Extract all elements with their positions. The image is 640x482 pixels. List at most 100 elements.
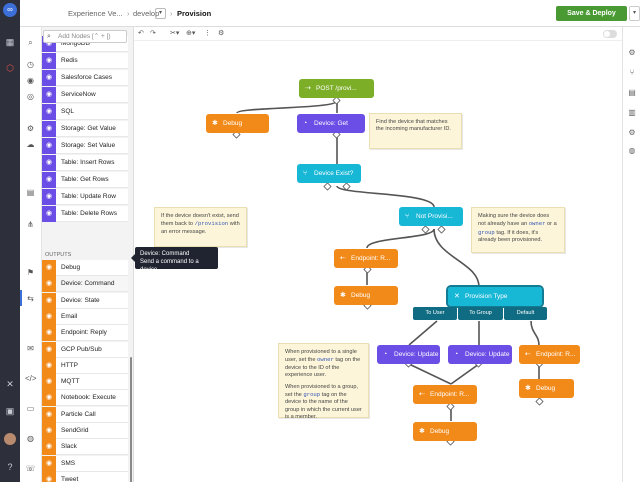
case-to-group[interactable]: To Group <box>458 307 503 320</box>
palette-node-item[interactable]: ◉ Email <box>42 308 128 325</box>
version-dropdown-icon[interactable]: ▾ <box>155 8 166 19</box>
outputs-category-icon[interactable]: ⇆ <box>25 293 36 304</box>
tree-category-icon[interactable]: ⋔ <box>25 219 36 230</box>
integrations-icon[interactable]: ✕ <box>4 378 16 390</box>
palette-node-item[interactable]: ◉ SendGrid <box>42 423 128 439</box>
palette-node-label: GCP Pub/Sub <box>61 345 102 353</box>
conditional-icon: ⑂ <box>405 213 410 220</box>
sms-category-icon[interactable]: ☏ <box>25 463 36 474</box>
cube-icon[interactable]: ⬡ <box>4 62 16 74</box>
dashboard-icon[interactable]: ▦ <box>4 36 16 48</box>
globe-icon[interactable]: ◍ <box>626 145 638 157</box>
palette-node-item[interactable]: ◉ ServiceNow <box>42 87 128 103</box>
palette-node-label: SendGrid <box>61 427 89 434</box>
case-to-user[interactable]: To User <box>413 307 457 320</box>
table-category-icon[interactable]: ▤ <box>25 187 36 198</box>
node-debug[interactable]: ✱ Debug <box>413 422 477 441</box>
node-label: Endpoint: R... <box>351 255 391 262</box>
help-icon[interactable]: ? <box>4 461 16 473</box>
gear-category-icon[interactable]: ⚙ <box>25 123 36 134</box>
palette-node-item[interactable]: ◉ SMS <box>42 455 128 472</box>
storage-icon[interactable]: ▤ <box>626 87 638 99</box>
node-label: Provision Type <box>465 293 508 300</box>
deploy-options-icon[interactable]: ▾ <box>629 6 640 21</box>
palette-node-item[interactable]: ◉ Salesforce Cases <box>42 70 128 86</box>
palette-node-item[interactable]: ◉ Storage: Set Value <box>42 138 128 154</box>
palette-node-item[interactable]: ◉ HTTP <box>42 357 128 374</box>
palette-node-item[interactable]: ◉ Redis <box>42 53 128 69</box>
node-post-endpoint[interactable]: ⇢ POST /provi... <box>299 79 374 98</box>
comment-note[interactable]: When provisioned to a single user, set t… <box>278 343 369 420</box>
node-endpoint-reply[interactable]: ⇠ Endpoint: R... <box>413 385 477 404</box>
palette-node-item[interactable]: ◉ Particle Call <box>42 406 128 423</box>
trigger-category-icon[interactable]: ◷ <box>25 59 36 70</box>
node-device-get[interactable]: ◔ Device: Get <box>297 114 365 133</box>
code-category-icon[interactable]: </> <box>25 373 37 384</box>
node-debug[interactable]: ✱ Debug <box>334 286 398 305</box>
node-type-icon: ◉ <box>42 189 56 205</box>
palette-scrollbar[interactable] <box>130 357 132 482</box>
settings-icon[interactable]: ⚙ <box>626 47 638 59</box>
palette-node-item[interactable]: ◉ MQTT <box>42 374 128 391</box>
palette-node-label: Table: Delete Rows <box>61 210 117 217</box>
right-toolbar: ⚙ ⑂ ▤ ▥ ⚙ ◍ <box>622 27 640 482</box>
palette-node-item[interactable]: ◉ Table: Delete Rows <box>42 206 128 222</box>
save-deploy-button[interactable]: Save & Deploy <box>556 6 627 21</box>
data-category-icon[interactable]: ◎ <box>25 91 36 102</box>
node-endpoint-reply[interactable]: ⇠ Endpoint: R... <box>519 345 580 364</box>
node-device-exist[interactable]: ⑂ Device Exist? <box>297 164 361 183</box>
breadcrumb-sep: › <box>127 9 130 18</box>
cloud-category-icon[interactable]: ☁ <box>25 139 36 150</box>
palette-node-label: MQTT <box>61 378 80 386</box>
comment-note[interactable]: Find the device that matches the incomin… <box>369 113 462 149</box>
debug-icon: ✱ <box>525 385 531 392</box>
palette-node-item[interactable]: ◉ Notebook: Execute <box>42 390 128 407</box>
data-icon[interactable]: ▥ <box>626 107 638 119</box>
version-icon[interactable]: ⑂ <box>626 67 638 79</box>
device-icon: ◔ <box>303 120 308 127</box>
palette-node-item[interactable]: ◉ GCP Pub/Sub <box>42 341 128 358</box>
notebook-category-icon[interactable]: ▭ <box>25 403 36 414</box>
search-icon[interactable]: ⌕ <box>25 37 36 48</box>
palette-node-item[interactable]: ◉ Storage: Get Value <box>42 121 128 137</box>
node-label: Endpoint: R... <box>430 391 470 398</box>
node-type-icon: ◉ <box>42 260 56 276</box>
switch-icon: ✕ <box>454 293 460 300</box>
docs-icon[interactable]: ▣ <box>4 405 16 417</box>
palette-node-item[interactable]: ◉ Table: Update Row <box>42 189 128 205</box>
palette-node-item[interactable]: ◉ Device: Command <box>42 276 128 293</box>
node-provision-type[interactable]: ✕ Provision Type <box>446 285 544 308</box>
reply-icon: ⇠ <box>340 255 346 262</box>
breadcrumb-experience[interactable]: Experience Ve... <box>68 9 123 18</box>
case-default[interactable]: Default <box>504 307 547 320</box>
user-avatar[interactable] <box>4 433 16 445</box>
palette-node-item[interactable]: ◉ Slack <box>42 439 128 456</box>
palette-node-item[interactable]: ◉ Table: Insert Rows <box>42 155 128 171</box>
node-device-update[interactable]: ◔ Device: Update <box>448 345 512 364</box>
node-not-provisioned[interactable]: ⑂ Not Provisi... <box>399 207 463 226</box>
comment-note[interactable]: Making sure the device does not already … <box>471 207 565 253</box>
device-icon: ◔ <box>454 351 459 358</box>
losant-logo-icon[interactable]: ∞ <box>3 3 17 17</box>
email-category-icon[interactable]: ✉ <box>25 343 36 354</box>
node-endpoint-reply[interactable]: ⇠ Endpoint: R... <box>334 249 398 268</box>
palette-node-label: Redis <box>61 57 78 64</box>
debug-category-icon[interactable]: ⚑ <box>25 267 36 278</box>
conditional-icon: ⑂ <box>303 170 308 177</box>
comment-note[interactable]: If the device doesn't exist, send them b… <box>154 207 247 247</box>
node-debug[interactable]: ✱ Debug <box>519 379 574 398</box>
palette-node-item[interactable]: ◉ Endpoint: Reply <box>42 325 128 342</box>
logic-category-icon[interactable]: ◉ <box>25 75 36 86</box>
add-nodes-search[interactable]: ⌕ Add Nodes [⌃ + [) <box>43 30 127 43</box>
palette-node-item[interactable]: ◉ Table: Get Rows <box>42 172 128 188</box>
palette-node-item[interactable]: ◉ Debug <box>42 260 128 276</box>
palette-node-item[interactable]: ◉ Tweet <box>42 471 128 482</box>
gear-icon[interactable]: ⚙ <box>626 127 638 139</box>
globe-category-icon[interactable]: ◍ <box>25 433 36 444</box>
node-type-icon: ◉ <box>42 357 56 374</box>
node-debug[interactable]: ✱ Debug <box>206 114 269 133</box>
palette-node-item[interactable]: ◉ Device: State <box>42 292 128 309</box>
active-category-marker <box>20 290 22 306</box>
palette-node-item[interactable]: ◉ SQL <box>42 104 128 120</box>
node-device-update[interactable]: ◔ Device: Update <box>377 345 440 364</box>
